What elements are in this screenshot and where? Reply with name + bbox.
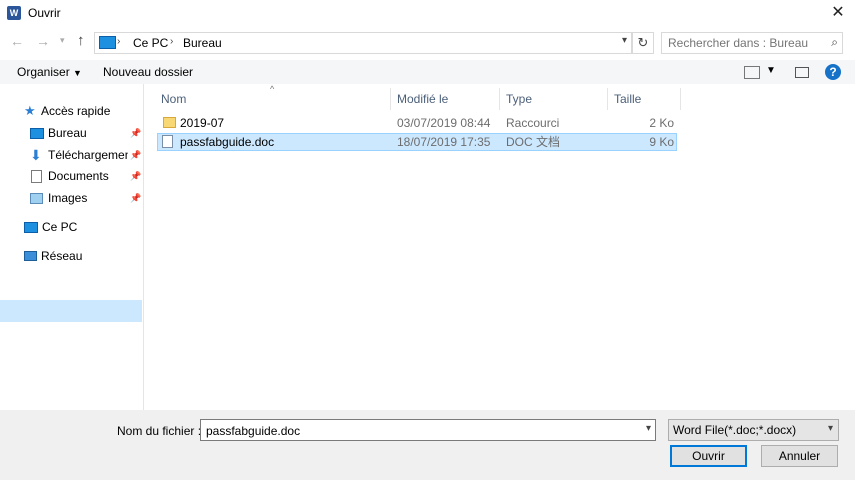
network-icon	[24, 251, 37, 261]
column-divider[interactable]	[390, 88, 391, 110]
cancel-button[interactable]: Annuler	[761, 445, 838, 467]
column-divider[interactable]	[680, 88, 681, 110]
sidebar-item-label: Documents	[48, 169, 109, 183]
back-arrow-icon[interactable]: ←	[10, 33, 24, 49]
sidebar-item-documents[interactable]: Documents 📌	[30, 166, 142, 186]
up-arrow-icon[interactable]: ↑	[77, 32, 85, 49]
breadcrumb-chevron-icon[interactable]: ›	[117, 36, 120, 47]
pin-icon[interactable]: 📌	[130, 145, 141, 165]
title-bar	[0, 0, 855, 27]
preview-pane-icon[interactable]	[795, 67, 809, 78]
search-box[interactable]: ⌕	[661, 32, 843, 54]
pin-icon[interactable]: 📌	[130, 188, 141, 208]
file-modified: 03/07/2019 08:44	[397, 116, 491, 130]
filetype-value: Word File(*.doc;*.docx)	[673, 423, 797, 437]
star-icon: ★	[24, 103, 36, 118]
sidebar-item-pictures[interactable]: Images 📌	[30, 188, 142, 208]
sidebar-item-network[interactable]: Réseau	[24, 246, 139, 266]
open-button[interactable]: Ouvrir	[670, 445, 747, 467]
sidebar-item-label: Téléchargements	[48, 148, 128, 162]
search-icon[interactable]: ⌕	[831, 35, 838, 50]
breadcrumb-chevron-icon[interactable]: ›	[170, 36, 173, 47]
download-icon: ⬇	[30, 147, 42, 163]
view-options-icon[interactable]	[744, 66, 760, 79]
search-input[interactable]	[666, 34, 820, 52]
view-dropdown-icon[interactable]: ▼	[766, 65, 776, 76]
sidebar-item-quick-access[interactable]: ★ Accès rapide	[24, 101, 139, 121]
sidebar-item-label: Ce PC	[42, 220, 78, 234]
pc-icon	[99, 36, 116, 49]
column-divider[interactable]	[499, 88, 500, 110]
file-modified: 18/07/2019 17:35	[397, 135, 491, 149]
column-header-modified[interactable]: Modifié le	[397, 88, 448, 110]
forward-arrow-icon[interactable]: →	[36, 33, 50, 49]
sidebar-item-label: Bureau	[48, 126, 87, 140]
address-bar[interactable]: › Ce PC › Bureau ▾	[94, 32, 632, 54]
filename-combobox[interactable]: ▾	[200, 419, 656, 441]
file-type: DOC 文档	[506, 135, 561, 149]
filetype-dropdown-icon[interactable]: ▾	[828, 423, 833, 434]
navigation-pane: ★ Accès rapide Bureau 📌 ⬇ Téléchargement…	[0, 84, 144, 410]
recent-chevron-icon[interactable]: ▾	[60, 35, 65, 46]
sidebar-item-label: Images	[48, 191, 88, 205]
filename-label: Nom du fichier :	[117, 424, 202, 438]
filename-dropdown-icon[interactable]: ▾	[646, 423, 651, 434]
desktop-icon	[30, 128, 44, 139]
folder-shortcut-icon	[163, 117, 176, 128]
sidebar-selection	[0, 300, 142, 322]
breadcrumb-bureau[interactable]: Bureau	[183, 36, 222, 50]
pictures-icon	[30, 193, 43, 204]
sidebar-item-label: Réseau	[41, 249, 83, 263]
address-dropdown-icon[interactable]: ▾	[622, 35, 627, 46]
column-header-size[interactable]: Taille	[614, 88, 641, 110]
sort-ascending-icon: ^	[270, 84, 275, 94]
new-folder-button[interactable]: Nouveau dossier	[103, 65, 193, 79]
sidebar-item-this-pc[interactable]: Ce PC	[24, 217, 139, 237]
file-size: 2 Ko	[649, 116, 674, 130]
sidebar-item-downloads[interactable]: ⬇ Téléchargements 📌	[30, 145, 142, 165]
column-header-name[interactable]: Nom	[161, 88, 186, 110]
refresh-icon[interactable]: ↻	[632, 32, 654, 54]
word-app-icon: W	[7, 6, 21, 20]
column-divider[interactable]	[607, 88, 608, 110]
close-icon[interactable]: ✕	[826, 2, 850, 24]
file-type: Raccourci	[506, 116, 560, 130]
organize-button[interactable]: Organiser ▼	[17, 65, 82, 79]
file-size: 9 Ko	[649, 135, 674, 149]
sidebar-item-desktop[interactable]: Bureau 📌	[30, 123, 142, 143]
pin-icon[interactable]: 📌	[130, 166, 141, 186]
window-title: Ouvrir	[28, 6, 61, 20]
word-doc-icon	[162, 135, 173, 148]
file-name[interactable]: passfabguide.doc	[180, 133, 274, 151]
organize-label: Organiser	[17, 65, 70, 79]
chevron-down-icon: ▼	[73, 68, 82, 78]
filetype-select[interactable]: Word File(*.doc;*.docx) ▾	[668, 419, 839, 441]
column-header-type[interactable]: Type	[506, 88, 532, 110]
help-icon[interactable]: ?	[825, 64, 841, 80]
file-name[interactable]: 2019-07	[180, 114, 224, 132]
pc-icon	[24, 222, 38, 233]
sidebar-item-label: Accès rapide	[41, 104, 111, 118]
documents-icon	[31, 170, 42, 183]
pin-icon[interactable]: 📌	[130, 123, 141, 143]
breadcrumb-ce-pc[interactable]: Ce PC	[133, 36, 168, 50]
filename-input[interactable]	[204, 422, 628, 440]
